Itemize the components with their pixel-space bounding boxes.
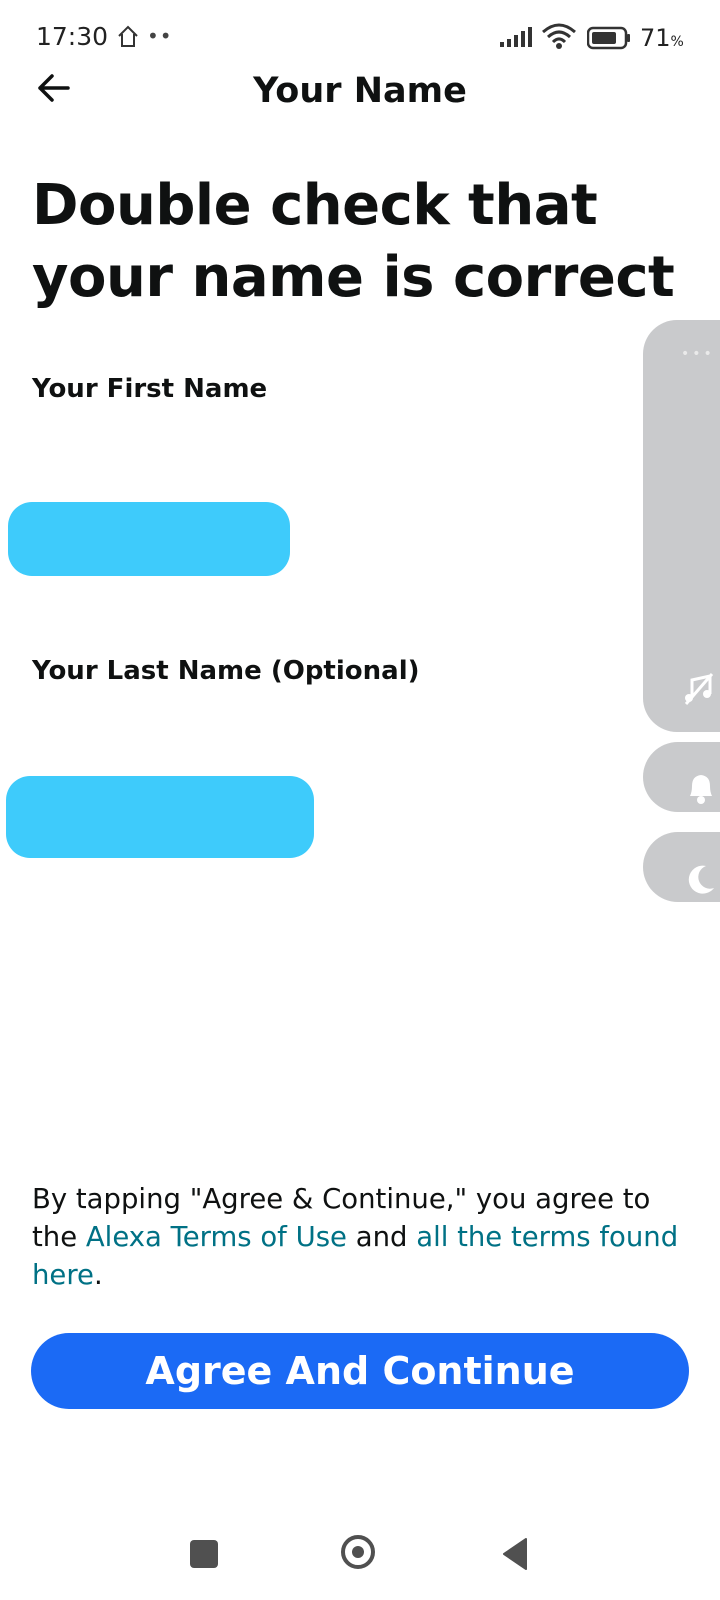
wifi-icon xyxy=(542,23,576,49)
more-dots-icon: •• xyxy=(147,24,173,48)
side-panel[interactable] xyxy=(643,320,720,732)
back-triangle-icon[interactable] xyxy=(500,1536,530,1572)
home-icon xyxy=(118,25,138,47)
alexa-terms-link[interactable]: Alexa Terms of Use xyxy=(86,1221,347,1253)
page-title: Your Name xyxy=(253,71,467,111)
status-time: 17:30 xyxy=(36,22,109,51)
battery-icon xyxy=(587,26,630,50)
last-name-label: Your Last Name (Optional) xyxy=(32,656,420,686)
legal-middle: and xyxy=(346,1221,417,1253)
agree-and-continue-button[interactable]: Agree And Continue xyxy=(31,1333,689,1409)
redaction-last-name xyxy=(6,776,314,858)
headline-line-2: your name is correct xyxy=(32,245,675,310)
panel-dots: ••• xyxy=(681,346,715,362)
moon-icon xyxy=(688,865,714,894)
legal-suffix: . xyxy=(93,1259,103,1291)
home-circle-icon[interactable] xyxy=(341,1535,375,1569)
recent-apps-icon[interactable] xyxy=(190,1540,218,1568)
music-off-icon[interactable] xyxy=(682,672,716,706)
legal-text: By tapping "Agree & Continue," you agree… xyxy=(32,1180,692,1294)
headline: Double check that your name is correct xyxy=(32,170,682,314)
battery-level: 71% xyxy=(640,24,684,52)
bell-icon xyxy=(690,775,712,804)
signal-icon xyxy=(500,27,532,47)
redaction-first-name xyxy=(8,502,290,576)
headline-line-1: Double check that xyxy=(32,173,598,238)
first-name-label: Your First Name xyxy=(32,374,268,404)
